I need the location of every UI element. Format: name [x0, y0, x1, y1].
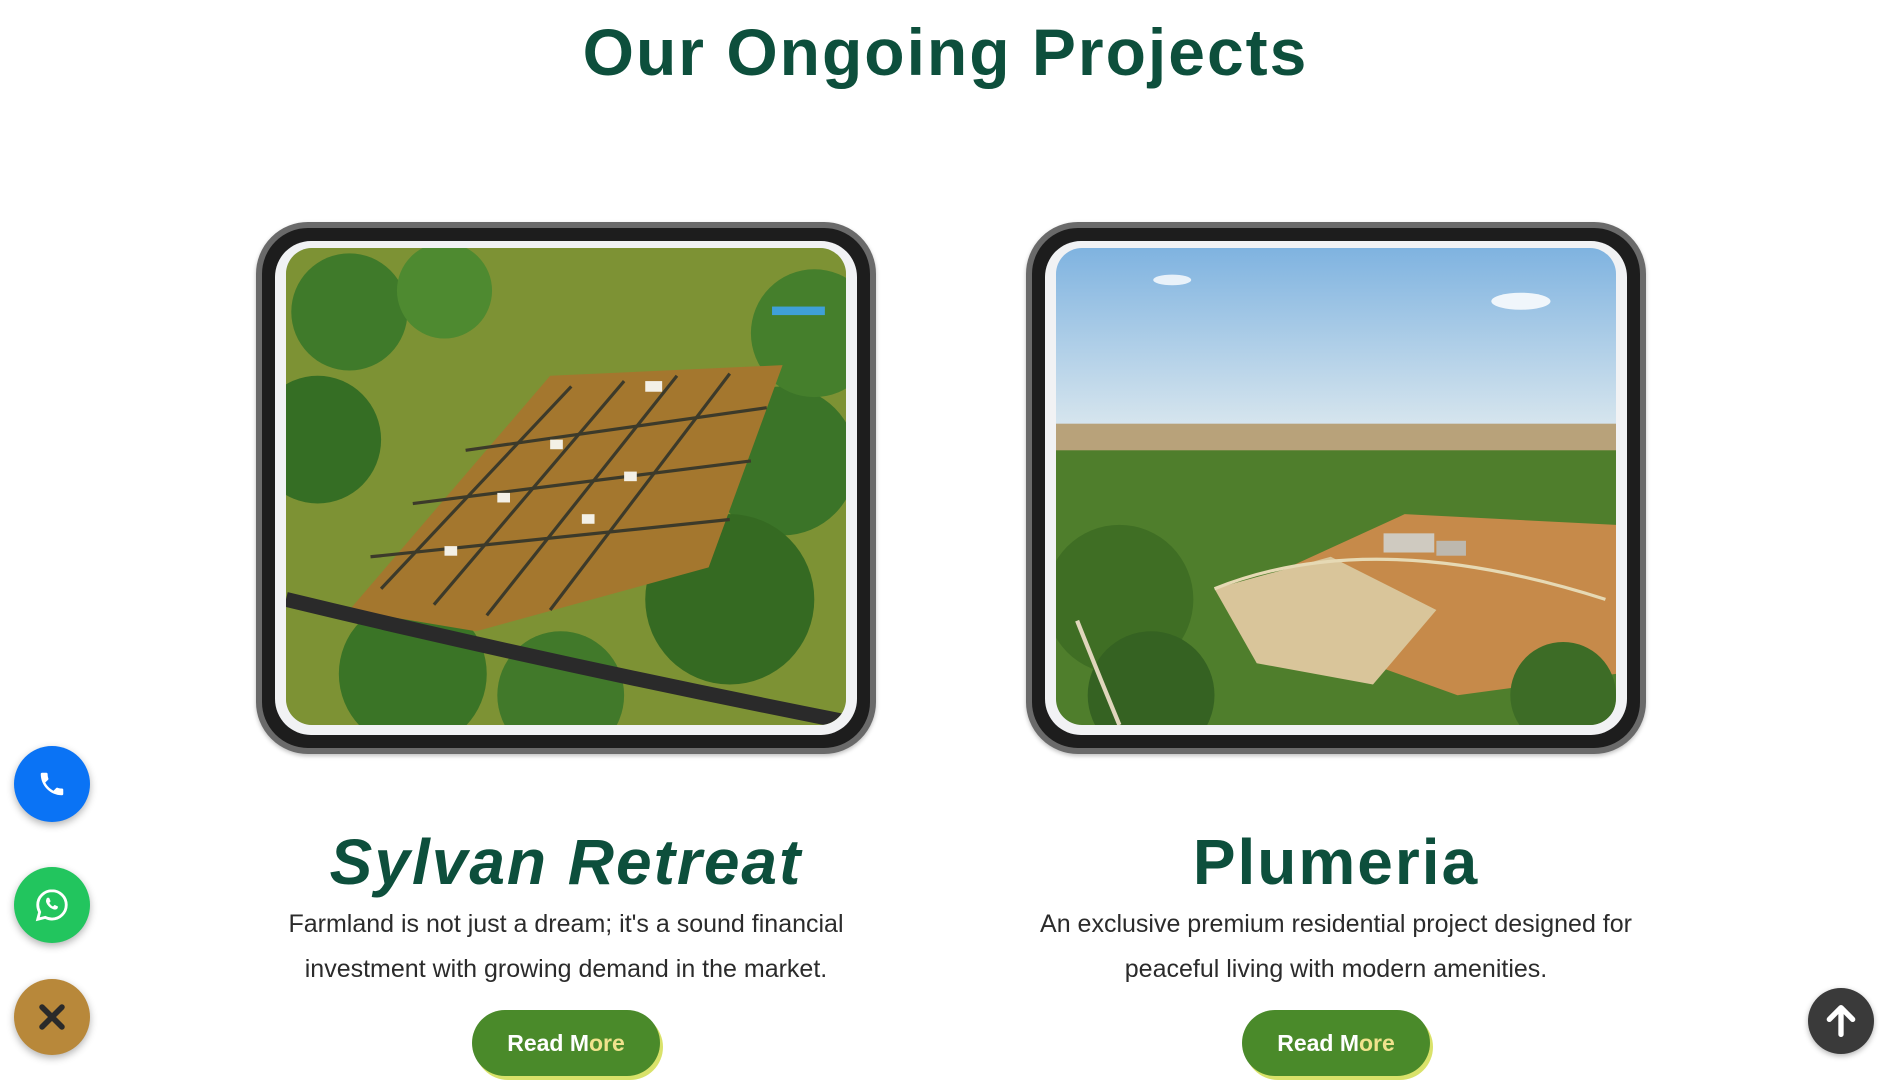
aerial-countryside-landscape-photo	[1056, 248, 1616, 725]
project-card-plumeria: Plumeria An exclusive premium residentia…	[1026, 222, 1646, 1076]
aerial-farmland-plots-photo	[286, 248, 846, 725]
project-description: Farmland is not just a dream; it's a sou…	[288, 910, 844, 983]
section-title: Our Ongoing Projects	[582, 15, 1309, 89]
phone-button[interactable]	[14, 746, 90, 822]
read-more-label: Read M	[1277, 1029, 1359, 1056]
whatsapp-button[interactable]	[14, 867, 90, 943]
project-image[interactable]	[286, 248, 846, 725]
scroll-to-top-button[interactable]	[1808, 988, 1874, 1054]
close-icon	[39, 1004, 65, 1030]
project-card-sylvan-retreat: Sylvan Retreat Farmland is not just a dr…	[256, 222, 876, 1076]
project-title: Plumeria	[1192, 826, 1480, 898]
read-more-label-accent: ore	[1359, 1029, 1395, 1056]
projects-page: Our Ongoing Projects Sylvan Retreat Farm…	[0, 0, 1891, 1080]
close-button[interactable]	[14, 979, 90, 1055]
read-more-button[interactable]: Read More	[1242, 1010, 1430, 1076]
project-image-frame	[256, 222, 876, 754]
project-image[interactable]	[1056, 248, 1616, 725]
phone-icon	[40, 772, 64, 796]
project-description: An exclusive premium residential project…	[1040, 910, 1632, 983]
whatsapp-icon	[35, 889, 68, 922]
read-more-label-accent: ore	[589, 1029, 625, 1056]
read-more-label: Read M	[507, 1029, 589, 1056]
read-more-button[interactable]: Read More	[472, 1010, 660, 1076]
project-image-frame	[1026, 222, 1646, 754]
arrow-up-icon	[1826, 1005, 1856, 1037]
project-title: Sylvan Retreat	[329, 826, 803, 898]
